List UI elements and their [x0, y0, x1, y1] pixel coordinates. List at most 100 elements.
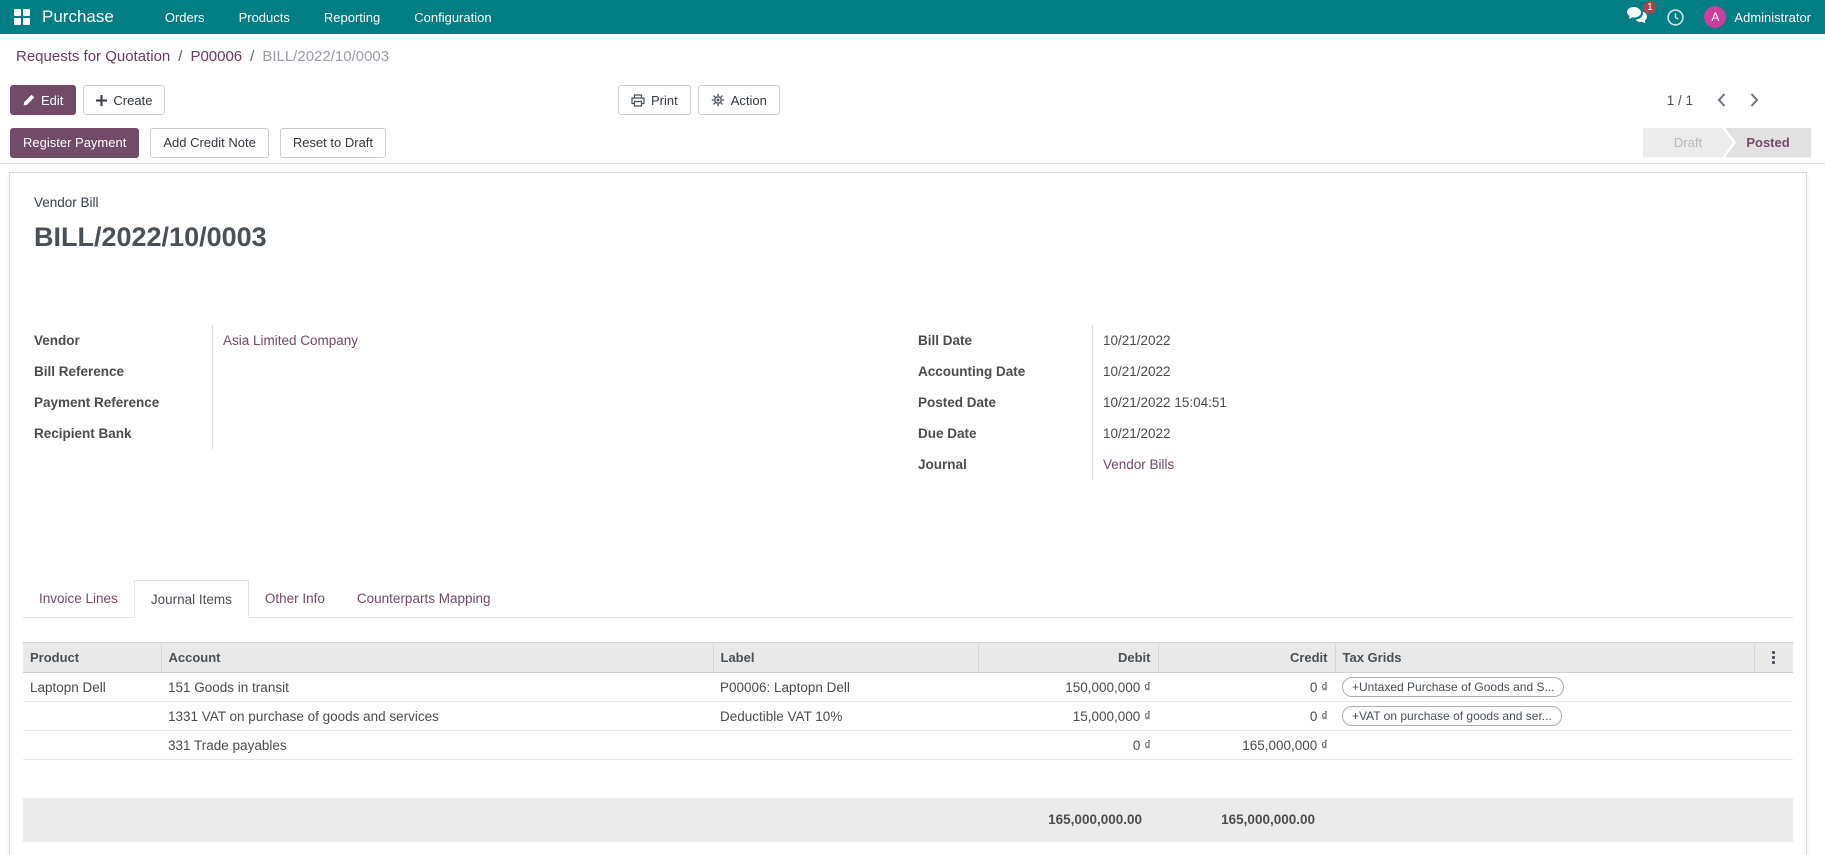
- field-value: 10/21/2022: [1092, 418, 1782, 449]
- breadcrumb-separator: /: [178, 47, 183, 65]
- nav-item-products[interactable]: Products: [222, 10, 307, 25]
- print-button[interactable]: Print: [618, 85, 691, 115]
- cell-label: [713, 730, 978, 760]
- printer-icon: [631, 93, 645, 107]
- col-header-label[interactable]: Label: [713, 642, 979, 673]
- nav-item-orders[interactable]: Orders: [148, 10, 222, 25]
- avatar: A: [1704, 6, 1727, 28]
- status-stage-bar: Draft Posted: [1643, 127, 1811, 158]
- page-title: BILL/2022/10/0003: [34, 222, 267, 252]
- messages-icon[interactable]: 1: [1627, 0, 1657, 28]
- nav-item-configuration[interactable]: Configuration: [397, 10, 508, 25]
- field-value: 10/21/2022: [1092, 325, 1782, 356]
- field-value: 10/21/2022: [1092, 356, 1782, 387]
- vendor-link[interactable]: Asia Limited Company: [223, 333, 358, 348]
- tab-other-info[interactable]: Other Info: [249, 580, 341, 617]
- document-type-label: Vendor Bill: [34, 195, 99, 210]
- create-button[interactable]: Create: [83, 85, 166, 115]
- top-navbar: Purchase Orders Products Reporting Confi…: [0, 0, 1825, 34]
- field-label: Vendor: [34, 333, 80, 348]
- field-value: 10/21/2022 15:04:51: [1092, 387, 1782, 418]
- cell-debit: 15,000,000 ₫: [978, 701, 1158, 731]
- cell-label: P00006: Laptopn Dell: [713, 672, 978, 702]
- breadcrumb-link-rfq[interactable]: Requests for Quotation: [16, 48, 170, 65]
- field-value: [212, 356, 894, 387]
- field-journal: Journal Vendor Bills: [918, 449, 1782, 480]
- breadcrumb: Requests for Quotation / P00006 / BILL/2…: [0, 34, 1825, 78]
- tab-invoice-lines[interactable]: Invoice Lines: [23, 580, 134, 617]
- ellipsis-vertical-icon: [1762, 651, 1787, 664]
- journal-items-table: Product Account Label Debit Credit Tax G…: [23, 642, 1793, 842]
- field-value: [212, 387, 894, 418]
- field-label: Recipient Bank: [34, 426, 132, 441]
- gear-icon: [711, 93, 724, 107]
- user-name: Administrator: [1734, 9, 1811, 25]
- cell-credit: 165,000,000 ₫: [1158, 730, 1335, 760]
- apps-grid-icon[interactable]: [14, 9, 30, 25]
- cell-debit: 150,000,000 ₫: [978, 672, 1158, 702]
- add-credit-note-button[interactable]: Add Credit Note: [150, 127, 269, 158]
- field-payment-reference: Payment Reference: [34, 387, 894, 418]
- total-credit: 165,000,000.00: [1158, 797, 1335, 842]
- breadcrumb-link-order[interactable]: P00006: [190, 48, 242, 65]
- tax-grid-chip: +Untaxed Purchase of Goods and S...: [1342, 677, 1565, 697]
- plus-icon: [96, 94, 108, 106]
- tab-counterparts-mapping[interactable]: Counterparts Mapping: [341, 580, 507, 617]
- table-header-row: Product Account Label Debit Credit Tax G…: [23, 642, 1793, 673]
- table-row[interactable]: 1331 VAT on purchase of goods and servic…: [23, 701, 1793, 731]
- user-menu[interactable]: A Administrator: [1704, 6, 1811, 28]
- col-header-product[interactable]: Product: [23, 642, 162, 673]
- cell-credit: 0 ₫: [1158, 701, 1335, 731]
- register-payment-label: Register Payment: [23, 135, 127, 150]
- pager-next-icon[interactable]: [1750, 93, 1759, 107]
- field-label: Bill Reference: [34, 364, 125, 379]
- field-vendor: Vendor Asia Limited Company: [34, 325, 894, 356]
- app-name[interactable]: Purchase: [42, 7, 114, 27]
- field-recipient-bank: Recipient Bank: [34, 418, 894, 449]
- cell-credit: 0 ₫: [1158, 672, 1335, 702]
- tab-journal-items[interactable]: Journal Items: [133, 580, 249, 618]
- edit-button[interactable]: Edit: [10, 85, 77, 115]
- action-button[interactable]: Action: [697, 85, 780, 115]
- reset-to-draft-label: Reset to Draft: [292, 135, 374, 150]
- field-bill-reference: Bill Reference: [34, 356, 894, 387]
- register-payment-button[interactable]: Register Payment: [10, 127, 140, 158]
- stage-draft[interactable]: Draft: [1643, 128, 1733, 158]
- pager-count[interactable]: 1 / 1: [1667, 93, 1693, 108]
- action-button-label: Action: [730, 92, 767, 108]
- field-label: Accounting Date: [918, 364, 1026, 379]
- cell-debit: 0 ₫: [978, 730, 1158, 760]
- col-header-account[interactable]: Account: [161, 642, 714, 673]
- tax-grid-chip: +VAT on purchase of goods and ser...: [1342, 706, 1562, 726]
- col-header-debit[interactable]: Debit: [978, 642, 1159, 673]
- cell-account: 1331 VAT on purchase of goods and servic…: [161, 701, 713, 731]
- pager: 1 / 1: [1667, 93, 1759, 108]
- nav-item-reporting[interactable]: Reporting: [307, 10, 397, 25]
- stage-posted[interactable]: Posted: [1725, 127, 1811, 158]
- totals-row: 165,000,000.00 165,000,000.00: [23, 797, 1793, 842]
- optional-columns-toggle[interactable]: [1754, 642, 1793, 673]
- notebook-tabs: Invoice Lines Journal Items Other Info C…: [23, 580, 1793, 618]
- breadcrumb-current: BILL/2022/10/0003: [262, 47, 390, 65]
- reset-to-draft-button[interactable]: Reset to Draft: [279, 127, 387, 158]
- statusbar-row: Register Payment Add Credit Note Reset t…: [0, 122, 1825, 164]
- col-header-credit[interactable]: Credit: [1158, 642, 1336, 673]
- journal-link[interactable]: Vendor Bills: [1103, 457, 1174, 472]
- field-due-date: Due Date 10/21/2022: [918, 418, 1782, 449]
- form-sheet: Vendor Bill BILL/2022/10/0003 Vendor Asi…: [9, 172, 1807, 855]
- field-value: [212, 418, 894, 449]
- cell-product: [23, 701, 161, 731]
- total-debit: 165,000,000.00: [978, 797, 1158, 842]
- edit-button-label: Edit: [41, 92, 64, 108]
- messages-badge: 1: [1643, 0, 1657, 14]
- cell-product: [23, 730, 161, 760]
- table-row[interactable]: 331 Trade payables 0 ₫ 165,000,000 ₫: [23, 730, 1793, 760]
- print-button-label: Print: [651, 92, 678, 108]
- add-credit-note-label: Add Credit Note: [163, 135, 256, 150]
- pager-previous-icon[interactable]: [1717, 93, 1726, 107]
- breadcrumb-separator: /: [250, 47, 255, 65]
- table-row[interactable]: Laptopn Dell 151 Goods in transit P00006…: [23, 672, 1793, 702]
- activities-clock-icon[interactable]: [1666, 8, 1685, 27]
- col-header-tax-grids[interactable]: Tax Grids: [1335, 642, 1755, 673]
- cell-product: Laptopn Dell: [23, 672, 161, 702]
